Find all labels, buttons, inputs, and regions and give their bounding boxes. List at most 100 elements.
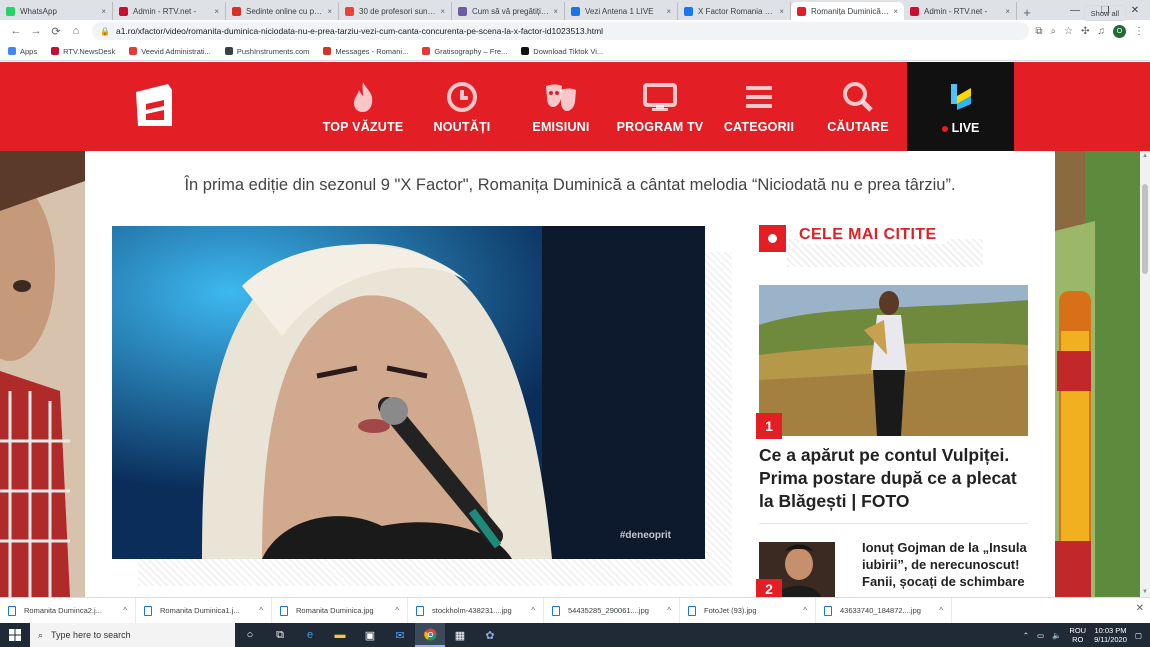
live-label: LIVE xyxy=(951,121,980,135)
scroll-up-icon[interactable]: ▲ xyxy=(1140,153,1150,159)
network-icon[interactable]: ▭ xyxy=(1037,631,1044,640)
back-icon[interactable]: ← xyxy=(6,25,26,37)
chevron-up-icon[interactable]: ^ xyxy=(123,606,127,615)
tab-close-icon[interactable]: × xyxy=(779,7,784,16)
calculator-icon[interactable]: ▦ xyxy=(445,623,475,647)
url-bar[interactable]: 🔒 a1.ro/xfactor/video/romanita-duminica-… xyxy=(92,22,1030,40)
chrome-icon[interactable] xyxy=(415,623,445,647)
browser-tab[interactable]: 30 de profesori sunt iz × xyxy=(339,2,452,20)
bookmark-item[interactable]: Messages - Romani... xyxy=(323,47,408,56)
nav-item[interactable]: CATEGORII xyxy=(709,80,809,134)
windows-start-icon[interactable] xyxy=(0,623,30,647)
nav-item[interactable]: TOP VĂZUTE xyxy=(313,80,413,134)
browser-tab[interactable]: Sedinte online cu parin × xyxy=(226,2,339,20)
bookmark-favicon-icon xyxy=(51,47,60,55)
system-tray: ⌃ ▭ 🔈 ROU RO 10:03 PM 9/11/2020 ▢ xyxy=(1023,623,1150,647)
flame-icon xyxy=(313,80,413,114)
nav-item[interactable]: PROGRAM TV xyxy=(610,80,710,134)
most-read-1-title[interactable]: Ce a apărut pe contul Vulpiței. Prima po… xyxy=(759,444,1031,513)
tab-close-icon[interactable]: × xyxy=(440,7,445,16)
bookmark-item[interactable]: RTV.NewsDesk xyxy=(51,47,115,56)
download-item[interactable]: Romanita Duminica1.j... ^ xyxy=(136,597,272,624)
star-icon[interactable]: ☆ xyxy=(1064,26,1073,37)
taskbar-search[interactable]: ⌕ Type here to search xyxy=(30,623,235,647)
edge-icon[interactable]: e xyxy=(295,623,325,647)
bookmark-item[interactable]: Veevid Administrati... xyxy=(129,47,211,56)
file-explorer-icon[interactable]: ▬ xyxy=(325,623,355,647)
tab-close-icon[interactable]: × xyxy=(553,7,558,16)
store-icon[interactable]: ▣ xyxy=(355,623,385,647)
download-filename: 43633740_184872....jpg xyxy=(840,606,921,615)
tab-close-icon[interactable]: × xyxy=(101,7,106,16)
clock[interactable]: 10:03 PM 9/11/2020 xyxy=(1094,626,1127,644)
download-item[interactable]: FotoJet (93).jpg ^ xyxy=(680,597,816,624)
download-item[interactable]: stockholm-438231....jpg ^ xyxy=(408,597,544,624)
home-icon[interactable]: ⌂ xyxy=(66,25,86,37)
tab-favicon-icon xyxy=(797,6,806,16)
puzzle-icon[interactable]: ✣ xyxy=(1081,26,1089,37)
lock-icon: 🔒 xyxy=(100,26,110,36)
zoom-icon[interactable]: ⌕ xyxy=(1051,26,1057,37)
scroll-down-icon[interactable]: ▼ xyxy=(1140,589,1150,595)
bookmark-item[interactable]: Apps xyxy=(8,47,37,56)
browser-tab[interactable]: Romanița Duminică - N × xyxy=(791,2,904,20)
scrollbar-thumb[interactable] xyxy=(1142,184,1148,274)
reload-icon[interactable]: ⟳ xyxy=(46,25,66,38)
download-item[interactable]: Romanita Duminica.jpg ^ xyxy=(272,597,408,624)
chevron-up-icon[interactable]: ^ xyxy=(531,606,535,615)
video-player[interactable]: #deneoprit xyxy=(112,226,705,559)
language-indicator[interactable]: ROU RO xyxy=(1069,626,1086,644)
right-ad-banner[interactable] xyxy=(1055,151,1140,597)
tab-close-icon[interactable]: × xyxy=(893,7,898,16)
live-button[interactable]: LIVE xyxy=(907,62,1014,151)
mail-icon[interactable]: ✉ xyxy=(385,623,415,647)
nav-item[interactable]: CĂUTARE xyxy=(808,80,908,134)
download-item[interactable]: 54435285_290061....jpg ^ xyxy=(544,597,680,624)
profile-avatar[interactable]: O xyxy=(1113,24,1126,38)
chevron-up-icon[interactable]: ^ xyxy=(667,606,671,615)
cortana-icon[interactable]: ○ xyxy=(235,623,265,647)
bookmark-item[interactable]: Gratisography – Fre... xyxy=(422,47,507,56)
tray-chevron-icon[interactable]: ⌃ xyxy=(1023,631,1029,640)
extensions-area: ⧉ ⌕ ☆ ✣ ♫ O ⋮ xyxy=(1035,24,1144,38)
nav-item[interactable]: NOUTĂȚI xyxy=(412,80,512,134)
forward-icon[interactable]: → xyxy=(26,25,46,37)
left-ad-banner[interactable] xyxy=(0,151,85,597)
notifications-icon[interactable]: ▢ xyxy=(1135,631,1142,640)
browser-tab[interactable]: Admin - RTV.net - × xyxy=(113,2,226,20)
antena1-logo-icon[interactable] xyxy=(128,80,180,132)
nav-item[interactable]: EMISIUNI xyxy=(511,80,611,134)
download-item[interactable]: 43633740_184872....jpg ^ xyxy=(816,597,952,624)
browser-tab[interactable]: WhatsApp × xyxy=(0,2,113,20)
bookmark-item[interactable]: PushInstruments.com xyxy=(224,47,309,56)
media-icon[interactable]: ♫ xyxy=(1098,26,1106,37)
tab-close-icon[interactable]: × xyxy=(214,7,219,16)
chevron-up-icon[interactable]: ^ xyxy=(395,606,399,615)
tab-close-icon[interactable]: × xyxy=(327,7,332,16)
most-read-2-title[interactable]: Ionuț Gojman de la „Insula iubirii”, de … xyxy=(862,539,1032,590)
translate-icon[interactable]: ⧉ xyxy=(1035,26,1042,37)
nav-item-label: PROGRAM TV xyxy=(616,120,704,134)
task-view-icon[interactable]: ⧉ xyxy=(265,623,295,647)
tab-favicon-icon xyxy=(345,6,354,16)
browser-tab[interactable]: Vezi Antena 1 LIVE × xyxy=(565,2,678,20)
chevron-up-icon[interactable]: ^ xyxy=(939,606,943,615)
chevron-up-icon[interactable]: ^ xyxy=(803,606,807,615)
volume-icon[interactable]: 🔈 xyxy=(1052,631,1061,640)
tab-close-icon[interactable]: × xyxy=(1005,7,1010,16)
tab-favicon-icon xyxy=(684,6,693,16)
most-read-1-image[interactable] xyxy=(759,285,1028,436)
chevron-up-icon[interactable]: ^ xyxy=(259,606,263,615)
browser-tab[interactable]: X Factor Romania - Acc × xyxy=(678,2,791,20)
kebab-menu-icon[interactable]: ⋮ xyxy=(1134,26,1144,37)
browser-tab[interactable]: Cum să vă pregătiți cop × xyxy=(452,2,565,20)
tab-close-icon[interactable]: × xyxy=(666,7,671,16)
bookmark-item[interactable]: Download Tiktok Vi... xyxy=(521,47,603,56)
new-tab-icon[interactable]: + xyxy=(1017,5,1037,20)
show-all-button[interactable]: Show all xyxy=(1083,5,1126,21)
browser-tab[interactable]: Admin - RTV.net - × xyxy=(904,2,1017,20)
download-item[interactable]: Romanita Duminca2.j... ^ xyxy=(0,597,136,624)
page-scrollbar[interactable]: ▲ ▼ xyxy=(1140,151,1150,597)
photos-icon[interactable]: ✿ xyxy=(475,623,505,647)
close-downloads-icon[interactable]: ✕ xyxy=(1136,603,1144,614)
